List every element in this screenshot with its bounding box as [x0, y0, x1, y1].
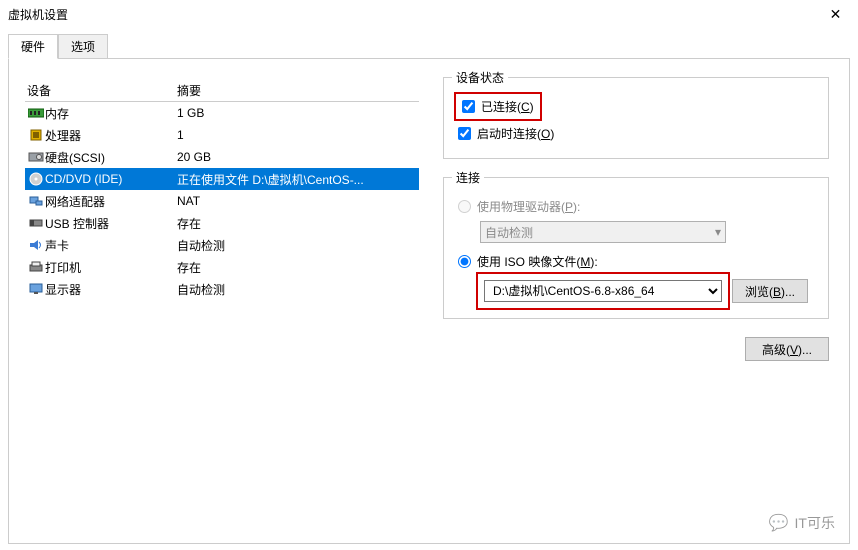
device-name: USB 控制器 [45, 215, 109, 232]
device-summary: NAT [175, 194, 397, 208]
physical-drive-radio[interactable] [458, 200, 471, 213]
display-icon [27, 281, 45, 297]
table-row[interactable]: 网络适配器 NAT [25, 190, 419, 212]
iso-radio[interactable] [458, 255, 471, 268]
device-summary: 自动检测 [175, 281, 397, 298]
device-table-header: 设备 摘要 [25, 79, 419, 102]
device-name: 内存 [45, 105, 69, 122]
device-summary: 正在使用文件 D:\虚拟机\CentOS-... [175, 171, 397, 188]
advanced-button-row: 高级(V)... [443, 337, 829, 361]
table-row[interactable]: CD/DVD (IDE) 正在使用文件 D:\虚拟机\CentOS-... [25, 168, 419, 190]
connect-at-poweron-label: 启动时连接(O) [477, 125, 554, 142]
physical-drive-combo[interactable]: 自动检测 ▾ [480, 221, 726, 243]
table-row[interactable]: 声卡 自动检测 [25, 234, 419, 256]
connect-at-poweron-row: 启动时连接(O) [458, 125, 814, 142]
physical-drive-value: 自动检测 [485, 224, 533, 241]
chevron-down-icon: ▾ [715, 225, 721, 239]
tab-label: 选项 [71, 40, 95, 54]
device-summary: 1 [175, 128, 397, 142]
device-name: 处理器 [45, 127, 81, 144]
cpu-icon [27, 127, 45, 143]
table-row[interactable]: 硬盘(SCSI) 20 GB [25, 146, 419, 168]
tab-strip: 硬件 选项 [0, 28, 858, 58]
wechat-icon: 💬 [769, 513, 789, 533]
iso-label: 使用 ISO 映像文件(M): [477, 253, 598, 270]
connect-at-poweron-checkbox[interactable] [458, 127, 471, 140]
device-settings-pane: 设备状态 已连接(C) 启动时连接(O) 连接 使用物理驱动器(P): [419, 59, 849, 543]
table-row[interactable]: USB 控制器 存在 [25, 212, 419, 234]
tab-label: 硬件 [21, 40, 45, 54]
groupbox-title: 设备状态 [452, 69, 508, 86]
physical-drive-label: 使用物理驱动器(P): [477, 198, 580, 215]
device-name: 打印机 [45, 259, 81, 276]
window-close-button[interactable]: ✕ [813, 0, 858, 28]
connection-groupbox: 连接 使用物理驱动器(P): 自动检测 ▾ 使用 ISO 映像文件(M): [443, 177, 829, 319]
tab-options[interactable]: 选项 [58, 34, 108, 58]
groupbox-title: 连接 [452, 169, 484, 186]
device-name: CD/DVD (IDE) [45, 172, 122, 186]
usb-icon [27, 215, 45, 231]
iso-input-row: D:\虚拟机\CentOS-6.8-x86_64 浏览(B)... [480, 276, 814, 306]
connected-label: 已连接(C) [481, 98, 534, 115]
table-row[interactable]: 内存 1 GB [25, 102, 419, 124]
col-device-header: 设备 [25, 82, 175, 99]
window-titlebar: 虚拟机设置 ✕ [0, 0, 858, 28]
iso-path-combo[interactable]: D:\虚拟机\CentOS-6.8-x86_64 [484, 280, 722, 302]
advanced-button[interactable]: 高级(V)... [745, 337, 829, 361]
hdd-icon [27, 149, 45, 165]
device-summary: 自动检测 [175, 237, 397, 254]
sound-icon [27, 237, 45, 253]
col-summary-header: 摘要 [175, 82, 397, 99]
table-row[interactable]: 打印机 存在 [25, 256, 419, 278]
connected-checkbox[interactable] [462, 100, 475, 113]
hardware-panel: 设备 摘要 内存 1 GB 处理器 [8, 58, 850, 544]
device-name: 网络适配器 [45, 193, 105, 210]
device-table: 设备 摘要 内存 1 GB 处理器 [25, 79, 419, 300]
watermark-text: IT可乐 [795, 513, 835, 533]
iso-row: 使用 ISO 映像文件(M): [458, 253, 814, 270]
browse-button[interactable]: 浏览(B)... [732, 279, 808, 303]
connected-row: 已连接(C) [458, 96, 538, 117]
table-row[interactable]: 显示器 自动检测 [25, 278, 419, 300]
cd-icon [27, 171, 45, 187]
physical-drive-combo-wrap: 自动检测 ▾ [480, 221, 814, 243]
device-status-groupbox: 设备状态 已连接(C) 启动时连接(O) [443, 77, 829, 159]
memory-icon [27, 105, 45, 121]
device-name: 硬盘(SCSI) [45, 149, 105, 166]
physical-drive-row: 使用物理驱动器(P): [458, 198, 814, 215]
device-list-pane: 设备 摘要 内存 1 GB 处理器 [9, 59, 419, 543]
printer-icon [27, 259, 45, 275]
device-name: 声卡 [45, 237, 69, 254]
device-summary: 存在 [175, 259, 397, 276]
table-row[interactable]: 处理器 1 [25, 124, 419, 146]
network-icon [27, 193, 45, 209]
device-summary: 1 GB [175, 106, 397, 120]
device-name: 显示器 [45, 281, 81, 298]
window-title: 虚拟机设置 [8, 6, 68, 23]
watermark: 💬 IT可乐 [769, 513, 835, 533]
tab-hardware[interactable]: 硬件 [8, 34, 58, 59]
device-summary: 存在 [175, 215, 397, 232]
device-summary: 20 GB [175, 150, 397, 164]
